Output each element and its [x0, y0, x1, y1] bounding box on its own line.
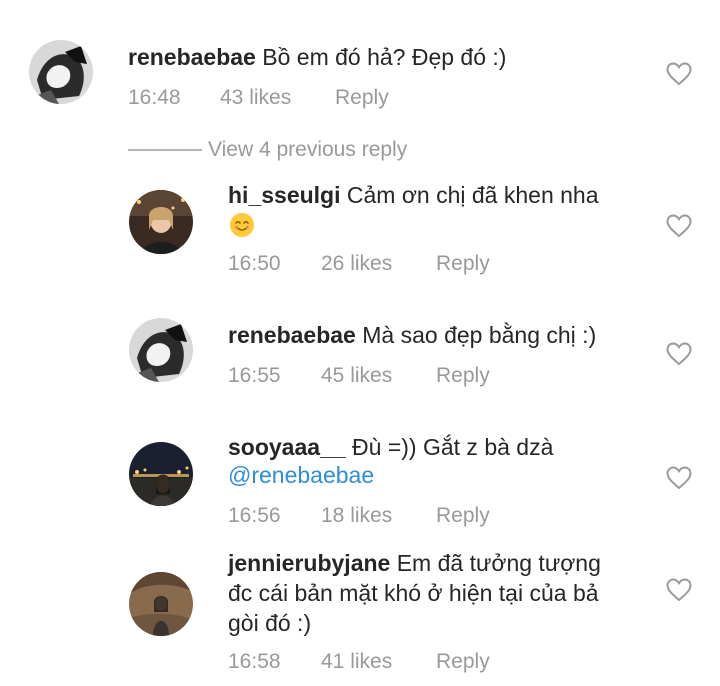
comment-body: Cảm ơn chị đã khen nha — [346, 182, 599, 208]
comment-body-line: đc cái bản mặt khó ở hiện tại của bả — [228, 580, 599, 606]
mention-link[interactable]: @renebaebae — [228, 460, 374, 490]
comment-body: Đù =)) Gắt z bà dzà — [352, 434, 554, 460]
comment-meta: 16:48 43 likes Reply — [128, 86, 389, 110]
timestamp: 16:58 — [228, 650, 281, 673]
comment-text: hi_sseulgi Cảm ơn chị đã khen nha — [228, 180, 599, 210]
heart-outline-icon[interactable] — [666, 62, 692, 86]
comment-body: Mà sao đẹp bằng chị :) — [362, 322, 597, 348]
reply-button[interactable]: Reply — [436, 364, 490, 388]
username[interactable]: renebaebae — [228, 322, 356, 348]
reply-button[interactable]: Reply — [436, 650, 490, 674]
comment-meta: 16:55 45 likes Reply — [228, 364, 490, 388]
likes-count[interactable]: 45 likes — [321, 364, 436, 388]
comment-meta: 16:58 41 likes Reply — [228, 650, 490, 674]
reply-item: renebaebae Mà sao đẹp bằng chị :) 16:55 … — [0, 318, 720, 418]
reply-button[interactable]: Reply — [436, 504, 490, 528]
timestamp: 16:56 — [228, 504, 281, 527]
reply-item: jennierubyjane Em đã tưởng tượng đc cái … — [0, 548, 720, 686]
likes-count[interactable]: 18 likes — [321, 504, 436, 528]
username[interactable]: renebaebae — [128, 44, 256, 70]
username[interactable]: jennierubyjane — [228, 550, 390, 576]
comment-text: jennierubyjane Em đã tưởng tượng — [228, 548, 601, 578]
comment-item: renebaebae Bồ em đó hả? Đẹp đó :) 16:48 … — [0, 0, 720, 130]
view-previous-replies[interactable]: View 4 previous reply — [128, 138, 407, 162]
reply-button[interactable]: Reply — [335, 86, 389, 110]
timestamp: 16:48 — [128, 86, 181, 109]
reply-item: hi_sseulgi Cảm ơn chị đã khen nha 16:50 … — [0, 180, 720, 290]
comment-body: Em đã tưởng tượng — [396, 550, 601, 576]
avatar[interactable] — [29, 40, 93, 104]
reply-button[interactable]: Reply — [436, 252, 490, 276]
comment-meta: 16:56 18 likes Reply — [228, 504, 490, 528]
likes-count[interactable]: 41 likes — [321, 650, 436, 674]
timestamp: 16:50 — [228, 252, 281, 275]
username[interactable]: sooyaaa__ — [228, 434, 346, 460]
comment-text: sooyaaa__ Đù =)) Gắt z bà dzà — [228, 432, 553, 462]
comment-text: renebaebae Mà sao đẹp bằng chị :) — [228, 320, 596, 350]
likes-count[interactable]: 43 likes — [220, 86, 335, 110]
comment-body: Bồ em đó hả? Đẹp đó :) — [262, 44, 507, 70]
avatar[interactable] — [129, 318, 193, 382]
heart-outline-icon[interactable] — [666, 466, 692, 490]
heart-outline-icon[interactable] — [666, 578, 692, 602]
reply-item: sooyaaa__ Đù =)) Gắt z bà dzà @renebaeba… — [0, 430, 720, 540]
heart-outline-icon[interactable] — [666, 342, 692, 366]
view-previous-label[interactable]: View 4 previous reply — [208, 138, 407, 162]
comment-text: renebaebae Bồ em đó hả? Đẹp đó :) — [128, 42, 506, 72]
timestamp: 16:55 — [228, 364, 281, 387]
avatar[interactable] — [129, 442, 193, 506]
avatar[interactable] — [129, 572, 193, 636]
smiling-face-emoji — [229, 212, 255, 243]
divider-line — [128, 149, 202, 151]
username[interactable]: hi_sseulgi — [228, 182, 340, 208]
comment-meta: 16:50 26 likes Reply — [228, 252, 490, 276]
comment-body-line: gòi đó :) — [228, 610, 312, 636]
avatar[interactable] — [129, 190, 193, 254]
heart-outline-icon[interactable] — [666, 214, 692, 238]
likes-count[interactable]: 26 likes — [321, 252, 436, 276]
